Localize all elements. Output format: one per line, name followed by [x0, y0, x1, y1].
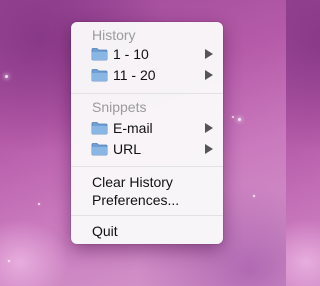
- menu-item-label: Quit: [92, 223, 118, 239]
- menu-item-label: URL: [113, 141, 142, 157]
- background-star: [238, 118, 241, 121]
- folder-icon: [91, 69, 108, 82]
- menu-item-label: Preferences...: [92, 192, 180, 208]
- folder-icon: [91, 122, 108, 135]
- dropdown-menu: History 1 - 10 11 - 20 Snippets E-mail U…: [71, 22, 223, 244]
- menu-separator: [71, 166, 223, 167]
- menu-item-label: 11 - 20: [113, 67, 156, 83]
- background-star: [8, 260, 10, 262]
- menu-item-label: Clear History: [92, 174, 173, 190]
- preferences-menu-item[interactable]: Preferences...: [71, 190, 223, 210]
- menu-item-label: E-mail: [113, 120, 153, 136]
- clear-history-menu-item[interactable]: Clear History: [71, 172, 223, 192]
- snippets-section-header: Snippets: [92, 99, 147, 115]
- folder-icon: [91, 48, 108, 61]
- history-section-header: History: [92, 27, 136, 43]
- submenu-arrow-icon: [205, 49, 213, 59]
- menu-item-snippets-email[interactable]: E-mail: [71, 118, 223, 138]
- menu-item-history-11-20[interactable]: 11 - 20: [71, 65, 223, 85]
- submenu-arrow-icon: [205, 144, 213, 154]
- menu-separator: [71, 93, 223, 94]
- folder-icon: [91, 143, 108, 156]
- background-star: [232, 116, 234, 118]
- menu-item-label: 1 - 10: [113, 46, 149, 62]
- background-star: [5, 75, 8, 78]
- background-star: [38, 203, 40, 205]
- quit-menu-item[interactable]: Quit: [71, 221, 223, 241]
- menu-separator: [71, 215, 223, 216]
- background-star: [253, 195, 255, 197]
- submenu-arrow-icon: [205, 123, 213, 133]
- menu-item-snippets-url[interactable]: URL: [71, 139, 223, 159]
- submenu-arrow-icon: [205, 70, 213, 80]
- menu-item-history-1-10[interactable]: 1 - 10: [71, 44, 223, 64]
